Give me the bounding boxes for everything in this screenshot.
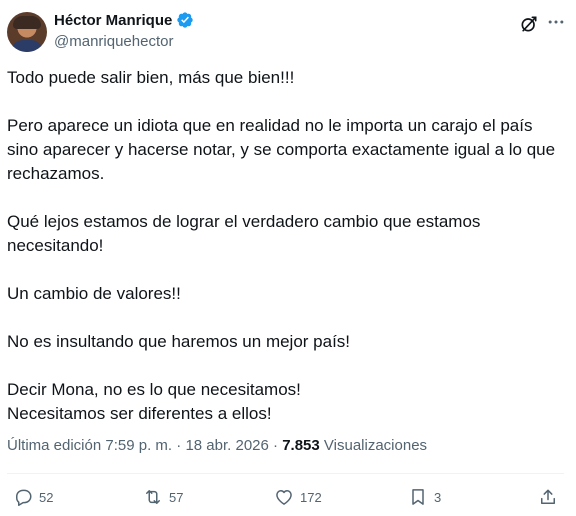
tweet-paragraph: Un cambio de valores!! bbox=[7, 284, 181, 303]
repost-button[interactable]: 57 bbox=[143, 486, 183, 508]
meta-separator: · bbox=[273, 437, 279, 454]
share-icon bbox=[541, 489, 555, 504]
tweet-time[interactable]: 7:59 p. m. bbox=[105, 437, 172, 454]
tweet-paragraph: Pero aparece un idiota que en realidad n… bbox=[7, 116, 556, 183]
reply-count: 52 bbox=[39, 489, 54, 505]
tweet: Héctor Manrique @manriquehector Todo pue… bbox=[0, 0, 576, 516]
tweet-paragraph: Decir Mona, no es lo que necesitamos! Ne… bbox=[7, 380, 301, 423]
repost-count: 57 bbox=[169, 489, 184, 505]
author-name-row: Héctor Manrique bbox=[54, 11, 194, 29]
tweet-meta: Última edición 7:59 p. m. · 18 abr. 2026… bbox=[7, 437, 427, 454]
views-count: 7.853 bbox=[282, 437, 320, 454]
repost-icon bbox=[146, 490, 160, 504]
tweet-paragraph: Todo puede salir bien, más que bien!!! bbox=[7, 68, 295, 87]
grok-icon[interactable] bbox=[519, 14, 539, 34]
reply-icon bbox=[16, 489, 32, 506]
avatar-shirt bbox=[11, 40, 43, 52]
tweet-text: Todo puede salir bien, más que bien!!! P… bbox=[7, 66, 567, 426]
reply-button[interactable]: 52 bbox=[13, 486, 53, 508]
tweet-paragraph: No es insultando que haremos un mejor pa… bbox=[7, 332, 351, 351]
edited-label[interactable]: Última edición bbox=[7, 437, 101, 454]
like-count: 172 bbox=[300, 489, 322, 505]
verified-badge-icon[interactable] bbox=[176, 11, 194, 29]
bookmark-icon bbox=[412, 489, 424, 505]
more-icon[interactable] bbox=[546, 12, 566, 32]
meta-separator: · bbox=[176, 437, 182, 454]
tweet-date[interactable]: 18 abr. 2026 bbox=[185, 437, 268, 454]
bookmark-button[interactable]: 3 bbox=[408, 486, 441, 508]
avatar-hair bbox=[13, 16, 41, 29]
views-label: Visualizaciones bbox=[323, 437, 428, 454]
like-icon bbox=[276, 490, 292, 505]
author-name[interactable]: Héctor Manrique bbox=[54, 12, 172, 29]
bookmark-count: 3 bbox=[434, 489, 442, 505]
share-button[interactable] bbox=[538, 486, 558, 508]
divider bbox=[7, 473, 564, 474]
like-button[interactable]: 172 bbox=[274, 486, 322, 508]
author-handle[interactable]: @manriquehector bbox=[54, 33, 173, 50]
tweet-paragraph: Qué lejos estamos de lograr el verdadero… bbox=[7, 212, 481, 255]
avatar[interactable] bbox=[7, 12, 47, 52]
